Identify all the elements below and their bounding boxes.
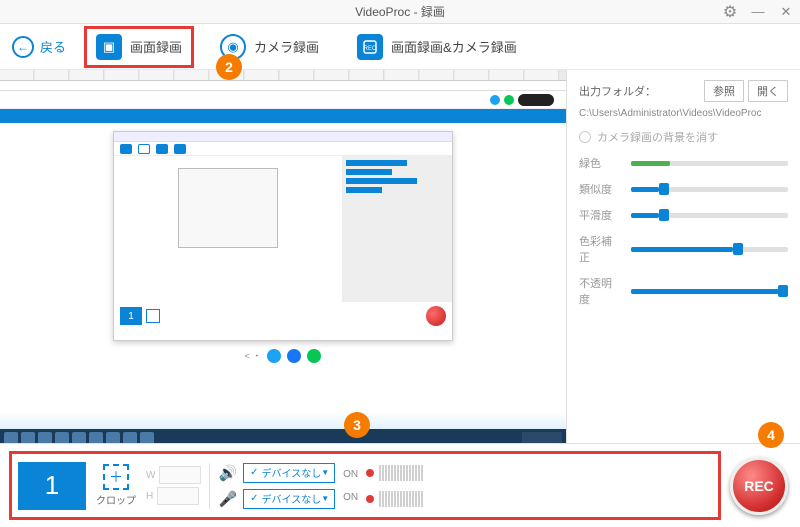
mic-on-label: ON [343, 492, 358, 503]
twitter-icon [490, 95, 500, 105]
open-button[interactable]: 開く [748, 80, 788, 102]
preview-page-header [0, 91, 566, 109]
svg-text:REC: REC [364, 46, 377, 52]
share-facebook-icon [287, 349, 301, 363]
recording-controls: 1 ＋ クロップ W H 🔊 デバイスなし 🎤 デバイスなし ON ON [12, 454, 718, 517]
mode-screen-label: 画面録画 [130, 37, 182, 56]
height-input[interactable] [157, 487, 199, 505]
mode-camera-label: カメラ録画 [254, 37, 319, 56]
slider-spill[interactable]: 色彩補正 [579, 233, 788, 265]
checkbox-icon [579, 131, 591, 143]
mode-both-record[interactable]: REC 画面録画&カメラ録画 [349, 30, 525, 64]
nested-one-badge: 1 [120, 307, 142, 325]
annotation-marker-3: 3 [344, 412, 370, 438]
output-path: C:\Users\Administrator\Videos\VideoProc [579, 108, 788, 119]
screen-icon: ▣ [96, 34, 122, 60]
share-line-icon [307, 349, 321, 363]
record-button[interactable]: REC [730, 457, 788, 515]
mode-screen-record[interactable]: ▣ 画面録画 [88, 30, 190, 64]
speaker-icon: 🔊 [218, 464, 237, 482]
mic-device-select[interactable]: デバイスなし [243, 489, 335, 509]
remove-bg-row[interactable]: カメラ録画の背景を消す [579, 129, 788, 145]
bottom-bar: 1 ＋ クロップ W H 🔊 デバイスなし 🎤 デバイスなし ON ON [0, 443, 800, 527]
annotation-marker-4: 4 [758, 422, 784, 448]
preview-pane: 1 < ・ [0, 70, 567, 443]
window-controls: ⚙ — ✕ [716, 0, 800, 24]
screen-count-badge[interactable]: 1 [18, 462, 86, 510]
width-input[interactable] [159, 466, 201, 484]
rec-icon: REC [357, 34, 383, 60]
crop-icon: ＋ [103, 464, 129, 490]
dimensions: W H [146, 466, 201, 505]
back-arrow-icon: ← [12, 36, 34, 58]
main-area: 1 < ・ 出力フォルダ： 参照 開く C: [0, 70, 800, 443]
slider-smoothness[interactable]: 平滑度 [579, 207, 788, 223]
mic-icon: 🎤 [218, 490, 237, 508]
slider-similarity[interactable]: 類似度 [579, 181, 788, 197]
level-dot-icon [366, 469, 374, 477]
login-pill [518, 94, 554, 106]
speaker-on-label: ON [343, 469, 358, 480]
share-twitter-icon [267, 349, 281, 363]
share-row: < ・ [0, 349, 566, 363]
close-button[interactable]: ✕ [772, 0, 800, 24]
preview-footer-wave [0, 411, 566, 429]
browse-button[interactable]: 参照 [704, 80, 744, 102]
mode-both-label: 画面録画&カメラ録画 [391, 37, 517, 56]
output-folder-label: 出力フォルダ： [579, 83, 656, 99]
level-dot-icon [366, 495, 374, 503]
speaker-device-select[interactable]: デバイスなし [243, 463, 335, 483]
nested-preview: 1 [113, 131, 453, 341]
preview-page-nav [0, 109, 566, 123]
nested-rec-icon [426, 306, 446, 326]
audio-devices: 🔊 デバイスなし 🎤 デバイスなし [218, 463, 335, 509]
preview-browser-tabs [0, 70, 566, 81]
gear-icon[interactable]: ⚙ [716, 0, 744, 24]
crop-button[interactable]: ＋ クロップ [94, 464, 138, 507]
titlebar: VideoProc - 録画 ⚙ — ✕ [0, 0, 800, 24]
back-button[interactable]: ← 戻る [12, 36, 66, 58]
audio-meters [366, 465, 423, 507]
minimize-button[interactable]: — [744, 0, 772, 24]
remove-bg-label: カメラ録画の背景を消す [597, 129, 718, 145]
settings-sidebar: 出力フォルダ： 参照 開く C:\Users\Administrator\Vid… [567, 70, 800, 443]
toolbar: ← 戻る ▣ 画面録画 ◉ カメラ録画 REC 画面録画&カメラ録画 [0, 24, 800, 70]
slider-opacity[interactable]: 不透明度 [579, 275, 788, 307]
annotation-marker-2: 2 [216, 54, 242, 80]
preview-body: 1 < ・ [0, 91, 566, 411]
line-icon [504, 95, 514, 105]
window-title: VideoProc - 録画 [355, 3, 445, 20]
preview-url-bar [0, 81, 566, 91]
preview-taskbar [0, 429, 566, 443]
slider-chroma[interactable]: 緑色 [579, 155, 788, 171]
back-label: 戻る [40, 37, 66, 56]
